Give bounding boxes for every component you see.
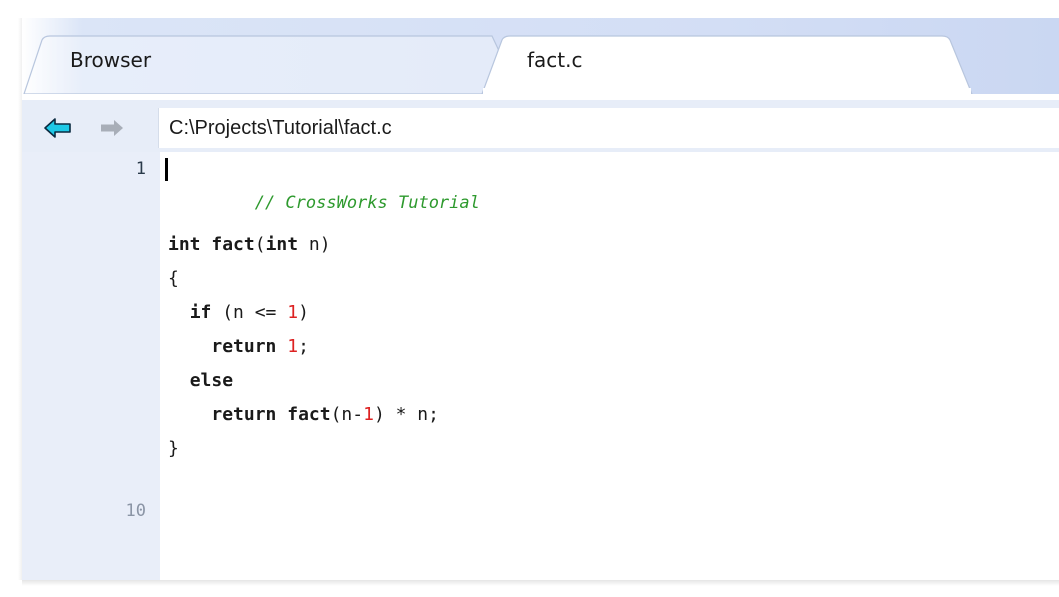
code-text: (n-	[330, 404, 364, 425]
back-button[interactable]	[40, 114, 76, 142]
keyword: int	[168, 234, 201, 255]
navigation-bar: C:\Projects\Tutorial\fact.c	[22, 100, 1059, 152]
keyword: return	[211, 336, 277, 357]
keyword: if	[189, 302, 212, 323]
code-text: }	[168, 438, 179, 459]
forward-button[interactable]	[94, 114, 130, 142]
function-name: fact	[211, 234, 255, 255]
line-number-1: 1	[135, 159, 146, 179]
code-line-7: else	[168, 364, 233, 398]
keyword: return	[211, 404, 277, 425]
number-literal: 1	[363, 404, 374, 425]
forward-arrow-icon	[101, 120, 123, 136]
text-caret	[165, 158, 168, 181]
code-text: {	[168, 268, 179, 289]
code-line-4: {	[168, 262, 179, 296]
code-line-5: if (n <= 1)	[168, 296, 309, 330]
function-name: fact	[287, 404, 331, 425]
window-shadow-bottom	[22, 580, 1059, 586]
code-text: (n <=	[211, 302, 288, 323]
number-literal: 1	[287, 336, 299, 357]
comment: // CrossWorks Tutorial	[254, 193, 480, 213]
code-editor[interactable]: 1 10 // CrossWorks Tutorial int fact(int…	[22, 152, 1059, 580]
tab-bar: Browser fact.c	[22, 18, 1059, 94]
code-text: ) * n;	[373, 404, 439, 425]
code-line-6: return 1;	[168, 330, 309, 364]
code-text: )	[298, 302, 309, 323]
keyword: else	[189, 370, 234, 391]
code-line-9: }	[168, 432, 179, 466]
back-arrow-icon	[44, 118, 71, 138]
tab-browser-label: Browser	[70, 48, 152, 72]
number-literal: 1	[287, 302, 299, 323]
code-line-1: // CrossWorks Tutorial	[165, 152, 480, 213]
tab-fact-c-label: fact.c	[527, 48, 583, 72]
code-text: ;	[298, 336, 309, 357]
code-line-8: return fact(n-1) * n;	[168, 398, 439, 432]
code-text: n)	[298, 234, 331, 255]
file-path: C:\Projects\Tutorial\fact.c	[169, 117, 392, 139]
code-line-3: int fact(int n)	[168, 228, 331, 262]
line-number-10: 10	[125, 501, 146, 521]
keyword: int	[265, 234, 299, 255]
file-path-bar[interactable]: C:\Projects\Tutorial\fact.c	[158, 108, 1059, 148]
editor-window: Browser fact.c C:\Projects\Tutorial\fact…	[22, 18, 1059, 580]
line-number-gutter: 1 10	[22, 152, 160, 580]
punctuation: (	[254, 234, 266, 255]
